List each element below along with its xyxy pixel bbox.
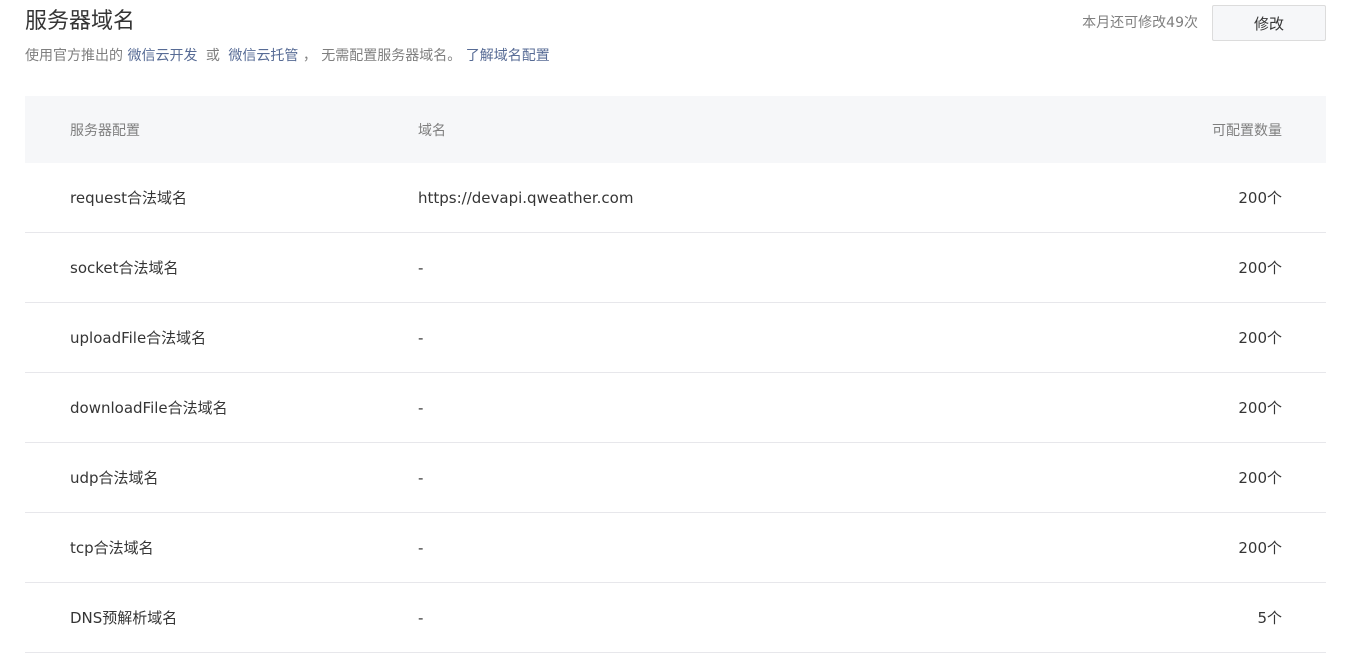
row-domain: - [418,468,424,487]
learn-domain-config-link[interactable]: 了解域名配置 [466,48,550,64]
table-row-downloadfile: downloadFile合法域名 - 200个 [25,373,1326,443]
row-domain: - [418,258,424,277]
column-header-count: 可配置数量 [1212,122,1282,139]
row-config: DNS预解析域名 [70,609,178,627]
subtitle-prefix: 使用官方推出的 [25,48,123,64]
row-domain: - [418,328,424,347]
row-count: 200个 [1238,469,1282,487]
modify-quota-text: 本月还可修改49次 [1082,15,1198,31]
page-subtitle: 使用官方推出的 微信云开发 或 微信云托管 ， 无需配置服务器域名。 了解域名配… [25,46,550,66]
row-config: uploadFile合法域名 [70,329,207,347]
row-domain: - [418,398,424,417]
column-header-config: 服务器配置 [70,122,140,139]
table-row-socket: socket合法域名 - 200个 [25,233,1326,303]
table-row-request: request合法域名 https://devapi.qweather.com … [25,163,1326,233]
server-domain-table: 服务器配置 域名 可配置数量 request合法域名 https://devap… [25,96,1326,653]
row-config: tcp合法域名 [70,539,154,557]
row-count: 200个 [1238,539,1282,557]
table-row-tcp: tcp合法域名 - 200个 [25,513,1326,583]
table-row-udp: udp合法域名 - 200个 [25,443,1326,513]
row-config: request合法域名 [70,189,188,207]
row-count: 200个 [1238,329,1282,347]
row-domain: https://devapi.qweather.com [418,188,634,207]
row-config: udp合法域名 [70,469,159,487]
subtitle-or: 或 [205,48,220,64]
row-count: 200个 [1238,399,1282,417]
table-row-dns: DNS预解析域名 - 5个 [25,583,1326,653]
row-config: socket合法域名 [70,259,179,277]
cloud-hosting-link[interactable]: 微信云托管 [228,48,298,64]
row-config: downloadFile合法域名 [70,399,228,417]
row-domain: - [418,538,424,557]
header-actions: 本月还可修改49次 修改 [1082,5,1326,41]
row-count: 5个 [1257,609,1282,627]
modify-button[interactable]: 修改 [1212,5,1326,41]
cloud-dev-link[interactable]: 微信云开发 [127,48,197,64]
column-header-domain: 域名 [418,122,446,139]
table-header: 服务器配置 域名 可配置数量 [25,96,1326,163]
row-count: 200个 [1238,189,1282,207]
table-row-uploadfile: uploadFile合法域名 - 200个 [25,303,1326,373]
row-domain: - [418,608,424,627]
page-header: 服务器域名 使用官方推出的 微信云开发 或 微信云托管 ， 无需配置服务器域名。… [25,0,1326,90]
row-count: 200个 [1238,259,1282,277]
page-title: 服务器域名 [25,9,136,34]
subtitle-suffix: ， 无需配置服务器域名。 [302,48,462,64]
